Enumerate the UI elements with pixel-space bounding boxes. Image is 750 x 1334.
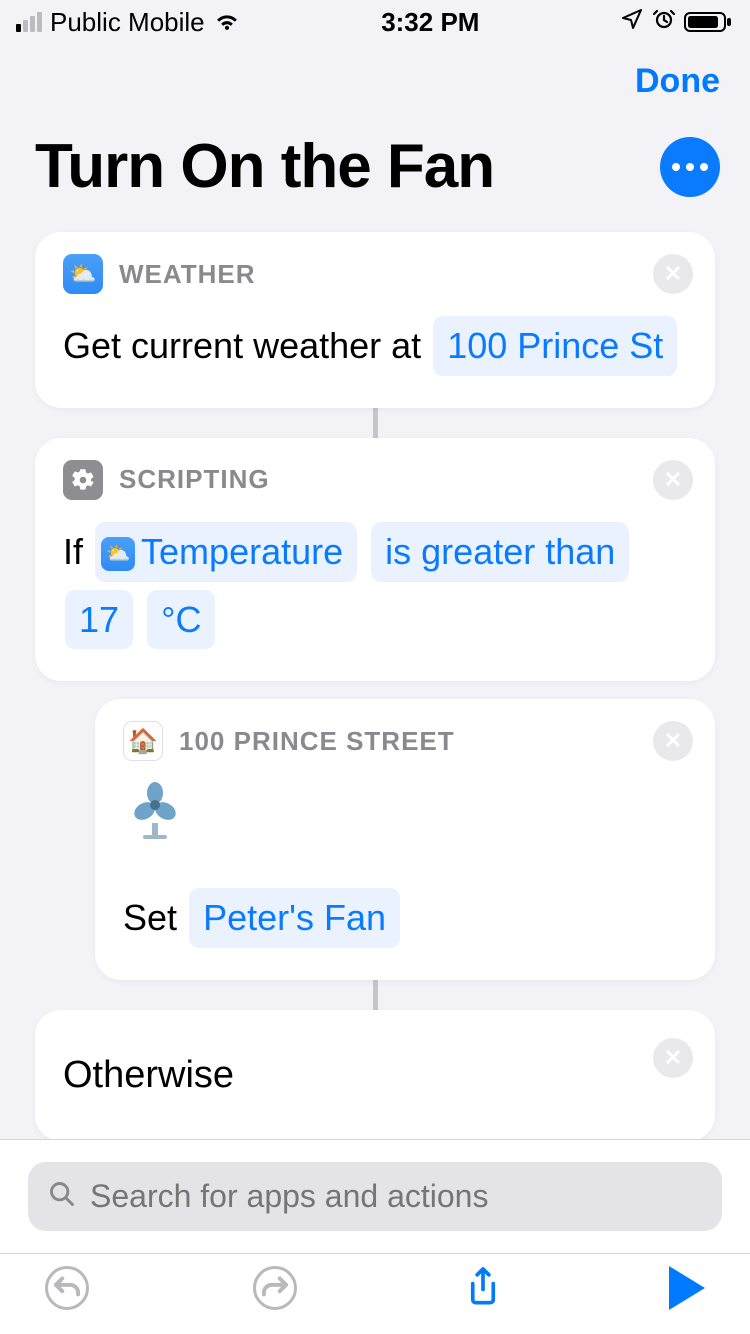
action-text: Get current weather at bbox=[63, 325, 421, 366]
signal-icon bbox=[16, 12, 42, 32]
search-input[interactable] bbox=[90, 1178, 702, 1215]
shortcut-title: Turn On the Fan bbox=[35, 131, 494, 202]
action-card-home[interactable]: 🏠 100 PRINCE STREET Set Peter's Fan bbox=[95, 699, 715, 980]
delete-action-button[interactable] bbox=[653, 721, 693, 761]
accessory-token[interactable]: Peter's Fan bbox=[189, 888, 400, 948]
wifi-icon bbox=[213, 7, 241, 38]
ellipsis-icon bbox=[672, 163, 708, 171]
undo-button[interactable] bbox=[45, 1266, 89, 1310]
weather-variable-icon: ⛅ bbox=[101, 537, 135, 571]
battery-icon bbox=[684, 10, 734, 34]
action-card-weather[interactable]: ⛅ WEATHER Get current weather at 100 Pri… bbox=[35, 232, 715, 408]
toolbar bbox=[0, 1253, 750, 1334]
carrier-label: Public Mobile bbox=[50, 7, 205, 38]
fan-accessory-icon[interactable] bbox=[127, 779, 687, 866]
redo-button[interactable] bbox=[253, 1266, 297, 1310]
play-icon bbox=[669, 1266, 705, 1310]
more-options-button[interactable] bbox=[660, 137, 720, 197]
if-keyword: If bbox=[63, 531, 83, 572]
otherwise-label: Otherwise bbox=[63, 1054, 234, 1096]
action-card-if[interactable]: SCRIPTING If ⛅Temperature is greater tha… bbox=[35, 438, 715, 682]
delete-action-button[interactable] bbox=[653, 460, 693, 500]
clock: 3:32 PM bbox=[381, 7, 479, 38]
share-icon bbox=[461, 1266, 505, 1310]
search-field[interactable] bbox=[28, 1162, 722, 1231]
redo-icon bbox=[253, 1266, 297, 1310]
unit-token[interactable]: °C bbox=[147, 590, 215, 650]
search-icon bbox=[48, 1180, 76, 1213]
status-bar: Public Mobile 3:32 PM bbox=[0, 0, 750, 44]
connector-line bbox=[373, 980, 378, 1010]
alarm-icon bbox=[652, 7, 676, 38]
workflow-area: ⛅ WEATHER Get current weather at 100 Pri… bbox=[0, 232, 750, 1141]
home-app-icon: 🏠 bbox=[123, 721, 163, 761]
app-label: SCRIPTING bbox=[119, 464, 270, 495]
delete-action-button[interactable] bbox=[653, 1038, 693, 1078]
delete-action-button[interactable] bbox=[653, 254, 693, 294]
action-text: Set bbox=[123, 897, 177, 938]
undo-icon bbox=[45, 1266, 89, 1310]
location-icon bbox=[620, 7, 644, 38]
location-token[interactable]: 100 Prince St bbox=[433, 316, 677, 376]
variable-token[interactable]: ⛅Temperature bbox=[95, 522, 357, 582]
value-token[interactable]: 17 bbox=[65, 590, 133, 650]
app-label: WEATHER bbox=[119, 259, 256, 290]
scripting-app-icon bbox=[63, 460, 103, 500]
action-card-otherwise[interactable]: Otherwise bbox=[35, 1010, 715, 1141]
share-button[interactable] bbox=[461, 1266, 505, 1310]
connector-line bbox=[373, 408, 378, 438]
weather-app-icon: ⛅ bbox=[63, 254, 103, 294]
bottom-panel bbox=[0, 1139, 750, 1334]
run-button[interactable] bbox=[669, 1266, 705, 1310]
done-button[interactable]: Done bbox=[635, 62, 720, 101]
app-label: 100 PRINCE STREET bbox=[179, 726, 455, 757]
condition-token[interactable]: is greater than bbox=[371, 522, 629, 582]
nav-bar: Done bbox=[0, 44, 750, 101]
